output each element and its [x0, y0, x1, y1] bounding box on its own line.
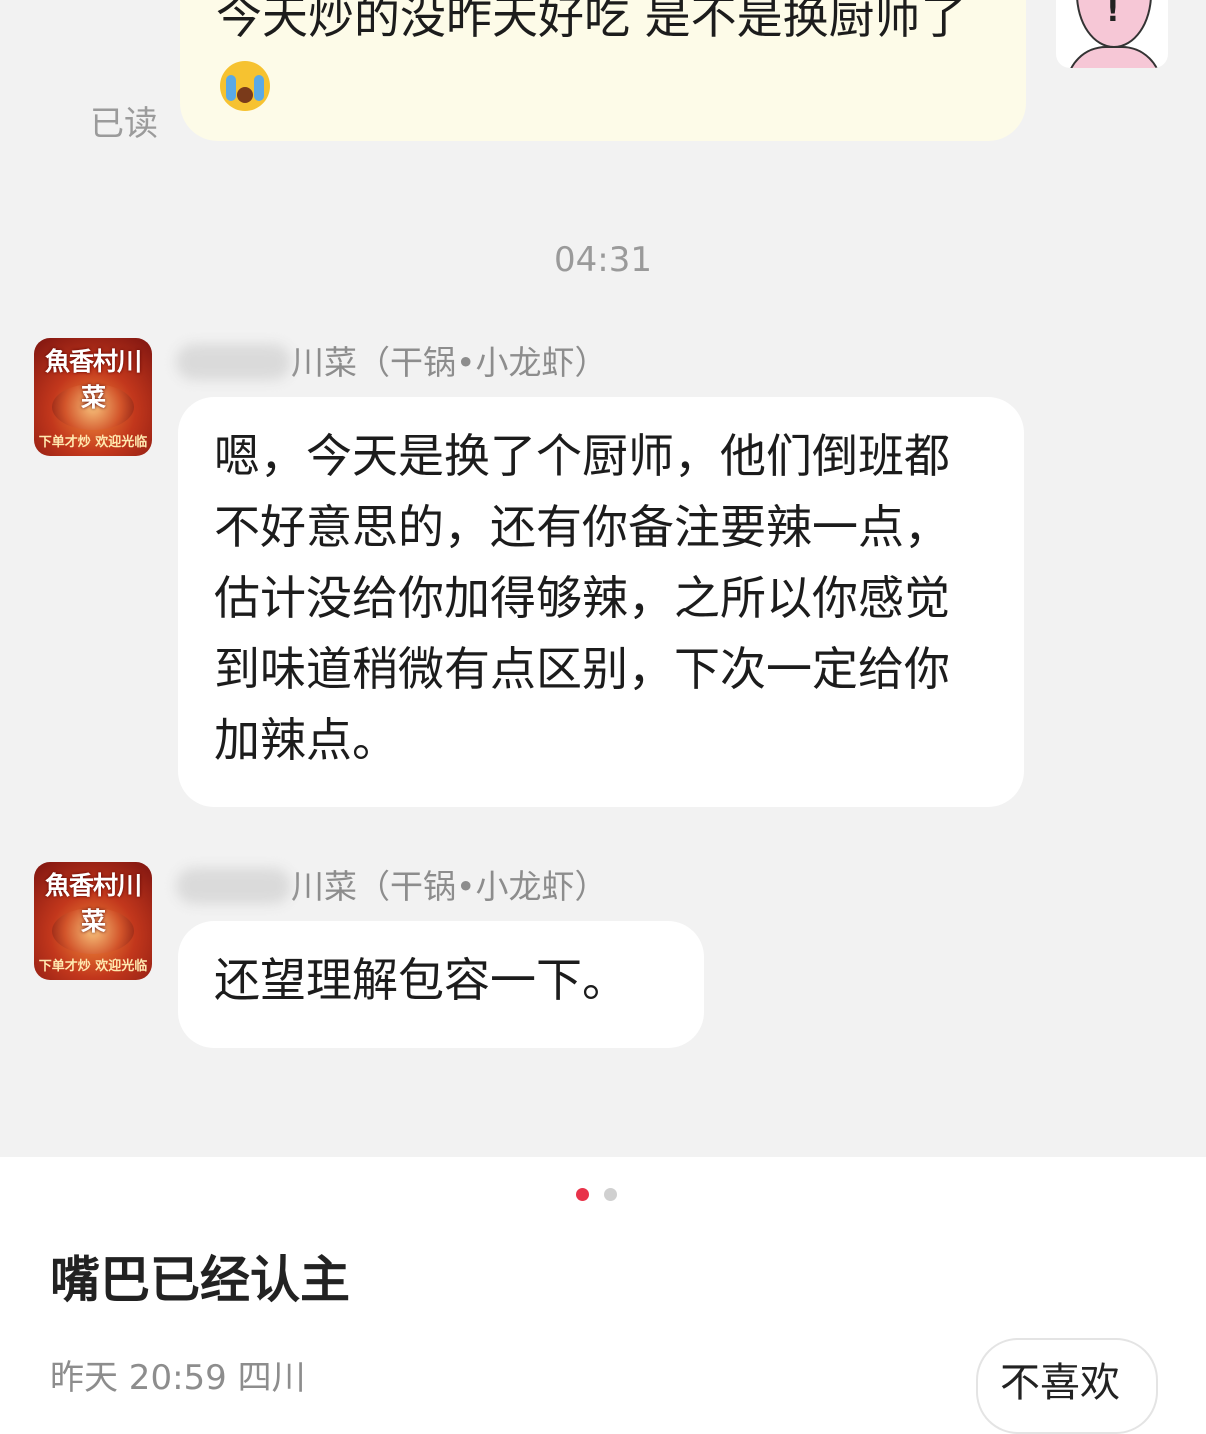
incoming-message-bubble[interactable]: 嗯，今天是换了个厨师，他们倒班都不好意思的，还有你备注要辣一点，估计没给你加得够… — [178, 397, 1024, 807]
blurred-name — [176, 868, 291, 904]
shop-avatar-icon[interactable]: 魚香村川菜 下单才炒 欢迎光临 — [34, 338, 152, 456]
blurred-name — [176, 344, 291, 380]
dislike-label: 不喜欢 — [1000, 1360, 1120, 1406]
shop-slogan: 下单才炒 欢迎光临 — [38, 959, 148, 974]
carousel-dot[interactable] — [604, 1188, 617, 1201]
chat-area: 今天炒的没昨天好吃 是不是换厨师了 已读 ! 04:31 魚香村川菜 下单才炒 … — [0, 0, 1206, 1157]
shop-logo-text: 魚香村川菜 — [44, 347, 142, 412]
incoming-message-text: 还望理解包容一下。 — [214, 953, 628, 1007]
user-avatar-icon[interactable]: ! — [1056, 0, 1168, 68]
outgoing-message-bubble[interactable]: 今天炒的没昨天好吃 是不是换厨师了 — [180, 0, 1026, 141]
dislike-button[interactable]: 不喜欢 — [976, 1338, 1158, 1434]
sender-name: 川菜（干锅•小龙虾） — [176, 860, 607, 908]
message-timestamp: 04:31 — [554, 240, 652, 280]
outgoing-message-text: 今天炒的没昨天好吃 是不是换厨师了 — [216, 0, 967, 44]
read-status: 已读 — [90, 104, 158, 144]
carousel-dot-active[interactable] — [576, 1188, 589, 1201]
crying-emoji-icon — [220, 61, 270, 111]
shop-avatar-icon[interactable]: 魚香村川菜 下单才炒 欢迎光临 — [34, 862, 152, 980]
incoming-message-bubble[interactable]: 还望理解包容一下。 — [178, 921, 704, 1048]
post-title: 嘴巴已经认主 — [50, 1251, 350, 1309]
post-meta: 昨天 20:59 四川 — [50, 1358, 306, 1398]
shop-slogan: 下单才炒 欢迎光临 — [38, 435, 148, 450]
shop-logo-text: 魚香村川菜 — [44, 871, 142, 936]
sender-name: 川菜（干锅•小龙虾） — [176, 336, 607, 384]
incoming-message-text: 嗯，今天是换了个厨师，他们倒班都不好意思的，还有你备注要辣一点，估计没给你加得够… — [214, 429, 950, 767]
